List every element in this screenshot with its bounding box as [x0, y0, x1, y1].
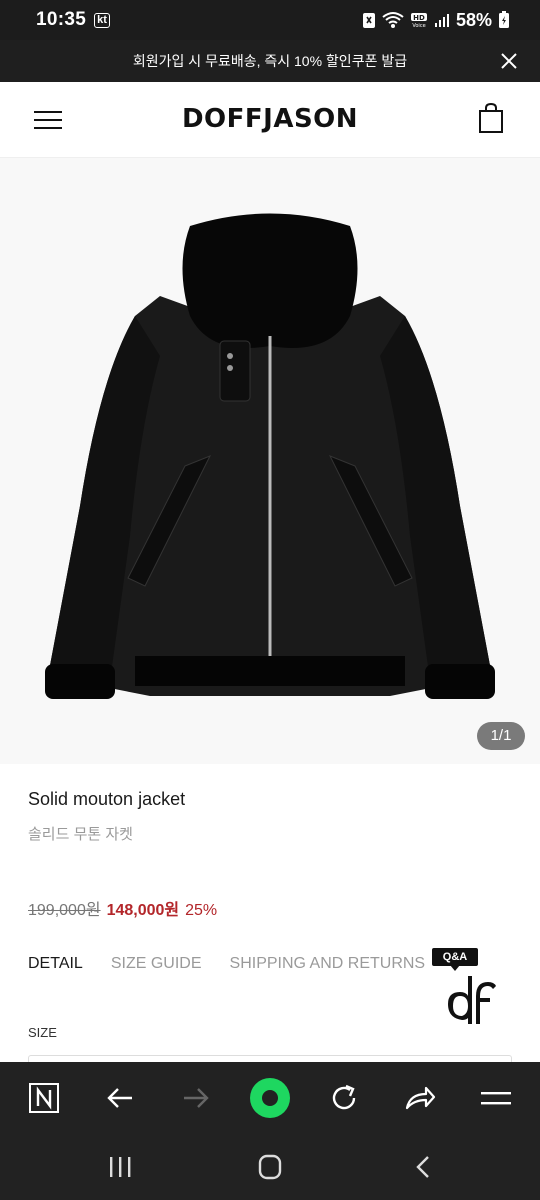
close-icon[interactable]: [498, 50, 520, 72]
tab-size-guide[interactable]: SIZE GUIDE: [111, 955, 202, 973]
promo-text: 회원가입 시 무료배송, 즉시 10% 할인쿠폰 발급: [132, 53, 408, 69]
svg-text:HD: HD: [413, 14, 425, 22]
naver-home-icon[interactable]: [26, 1080, 62, 1116]
share-icon[interactable]: [402, 1080, 438, 1116]
price-row: 199,000원 148,000원 25%: [28, 896, 217, 920]
tab-detail[interactable]: DETAIL: [28, 955, 83, 973]
qa-floating-button[interactable]: Q&A: [432, 948, 496, 1028]
image-counter: 1/1: [477, 722, 525, 750]
system-nav-bar: [0, 1134, 540, 1200]
status-time: 10:35: [36, 9, 87, 30]
green-dot-icon[interactable]: [248, 1076, 292, 1120]
original-price: 199,000원: [28, 902, 101, 919]
discount-rate: 25%: [185, 902, 218, 919]
promo-banner: 회원가입 시 무료배송, 즉시 10% 할인쿠폰 발급: [0, 40, 540, 82]
carrier-label: kt: [94, 12, 110, 28]
signal-icon: [434, 14, 449, 27]
svg-text:Voice: Voice: [412, 23, 425, 29]
status-bar: 10:35 kt HD Voice 58%: [0, 0, 540, 40]
detail-tabs: DETAIL SIZE GUIDE SHIPPING AND RETURNS: [28, 955, 425, 973]
tab-shipping-returns[interactable]: SHIPPING AND RETURNS: [230, 955, 426, 973]
forward-arrow-icon[interactable]: [178, 1080, 214, 1116]
qa-label: Q&A: [432, 948, 478, 966]
size-option-label: SIZE: [28, 1025, 57, 1040]
refresh-icon[interactable]: [326, 1080, 362, 1116]
hd-voice-icon: HDVoice: [410, 13, 427, 29]
nfc-icon: [362, 13, 375, 28]
product-name-ko: 솔리드 무톤 자켓: [28, 826, 133, 843]
product-gallery[interactable]: 1/1: [0, 158, 540, 764]
recent-apps-icon[interactable]: [100, 1152, 140, 1182]
df-logo-icon: [448, 976, 496, 1024]
back-arrow-icon[interactable]: [102, 1080, 138, 1116]
wifi-icon: [382, 12, 404, 28]
sale-price: 148,000원: [106, 902, 180, 919]
shopping-bag-icon[interactable]: [478, 102, 504, 134]
product-name-en: Solid mouton jacket: [28, 789, 186, 809]
status-icons: HD Voice 58%: [362, 10, 510, 31]
battery-icon: [499, 11, 509, 28]
battery-percent: 58%: [455, 9, 492, 30]
home-icon[interactable]: [250, 1152, 290, 1182]
site-header: DOFFJASON: [0, 82, 540, 158]
back-icon[interactable]: [404, 1152, 444, 1182]
site-logo[interactable]: DOFFJASON: [0, 104, 540, 134]
product-image: [45, 213, 495, 699]
menu-icon[interactable]: [478, 1080, 514, 1116]
browser-toolbar: [0, 1062, 540, 1134]
